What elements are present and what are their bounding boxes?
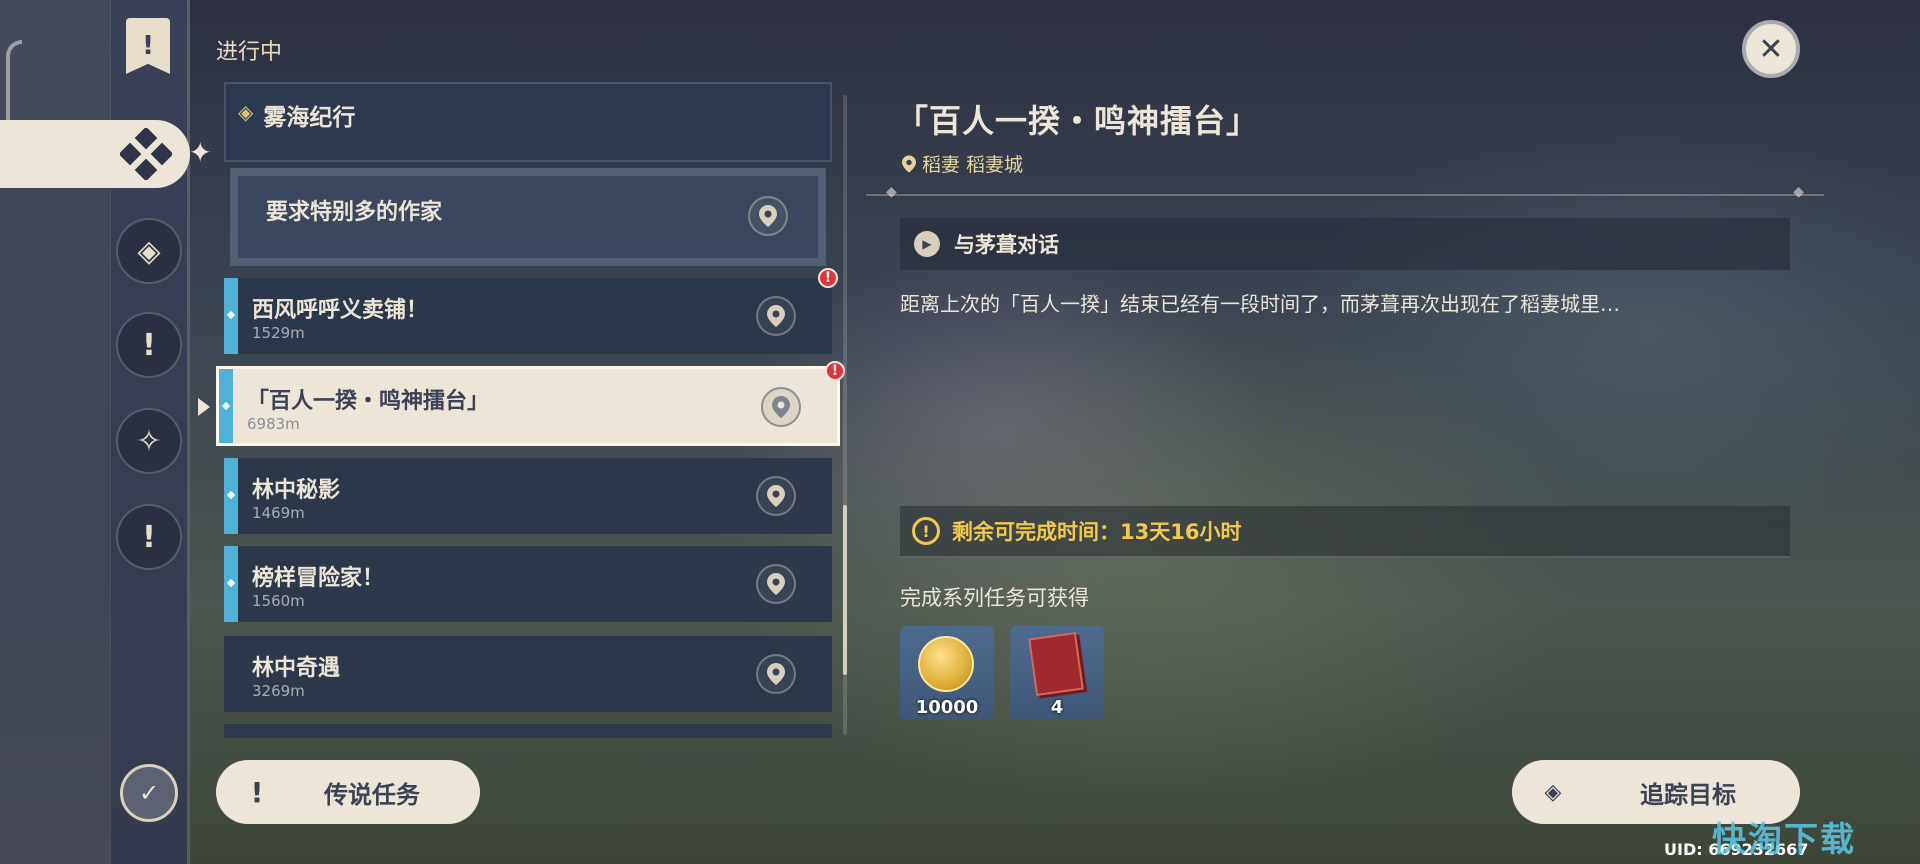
ornament-divider (866, 184, 1824, 200)
new-alert-badge: ! (818, 268, 838, 288)
checklist-icon: ✓ (138, 779, 160, 807)
mora-icon (918, 636, 974, 692)
location-pin-icon (767, 573, 785, 595)
quest-distance: 6983m (247, 415, 300, 433)
quest-title: 榜样冒险家！ (252, 566, 385, 591)
quest-timer: ! 剩余可完成时间：13天16小时 (900, 506, 1790, 558)
legend-quests-label: 传说任务 (324, 780, 420, 809)
quest-item-peek (224, 724, 832, 738)
reward-count: 10000 (915, 697, 979, 718)
group-title: 雾海纪行 (263, 105, 356, 131)
exp-book-icon (1028, 631, 1084, 697)
location-pin-icon (767, 663, 785, 685)
quest-group-header[interactable]: ◈ 雾海纪行 (224, 82, 832, 162)
close-button[interactable]: ✕ (1742, 20, 1800, 78)
quest-type-bar (224, 458, 238, 534)
location-pin-icon (902, 154, 916, 173)
track-diamond-icon: ◈ (1544, 779, 1562, 805)
quest-title: 林中奇遇 (252, 656, 341, 681)
pin-circle (748, 196, 788, 236)
quest-navigate-button[interactable] (756, 296, 796, 336)
location-pin-icon (767, 305, 785, 327)
reward-item-exp-book[interactable]: 4 (1010, 626, 1104, 720)
sub-quest-item[interactable]: 要求特别多的作家 (230, 168, 826, 266)
pin-circle (756, 564, 796, 604)
objective-arrow-icon: ▶ (914, 231, 940, 257)
tab-commission-quests[interactable]: ✧ (116, 408, 182, 474)
timer-text: 剩余可完成时间：13天16小时 (952, 520, 1242, 544)
quest-item[interactable]: 榜样冒险家！ 1560m (224, 546, 832, 622)
scrollbar-thumb[interactable] (843, 505, 847, 675)
quest-objective: ▶ 与茅葺对话 (900, 218, 1790, 270)
quest-item[interactable]: 林中奇遇 3269m (224, 636, 832, 712)
quest-location-text: 稻妻 稻妻城 (922, 154, 1024, 176)
reward-art (1024, 631, 1088, 697)
quest-item[interactable]: 西风呼呼义卖铺！ 1529m ! (224, 268, 838, 354)
event-quest-icon: ! (142, 519, 156, 555)
location-pin-icon (767, 485, 785, 507)
selection-arrow-icon (198, 398, 210, 416)
legend-quests-button[interactable]: ! 传说任务 (216, 760, 480, 824)
story-quest-icon: ! (142, 327, 156, 363)
quest-type-bar (224, 546, 238, 622)
close-icon: ✕ (1758, 31, 1784, 67)
quest-distance: 1529m (252, 324, 305, 342)
quest-settings-button[interactable]: ✓ (120, 764, 178, 822)
tab-event-quests[interactable]: ! (116, 504, 182, 570)
commission-quest-icon: ✧ (136, 423, 162, 459)
reward-count: 4 (1050, 697, 1064, 718)
tab-story-quests[interactable]: ! (116, 312, 182, 378)
quest-list-scrollbar[interactable] (843, 95, 847, 735)
pin-circle (756, 476, 796, 516)
pin-circle (756, 654, 796, 694)
quest-navigate-button[interactable] (756, 654, 796, 694)
reward-item-mora[interactable]: 10000 (900, 626, 994, 720)
quest-item[interactable]: 林中秘影 1469m (224, 458, 832, 534)
quest-title: 林中秘影 (252, 478, 341, 503)
track-target-label: 追踪目标 (1640, 780, 1736, 809)
world-quest-icon (120, 128, 172, 180)
section-title: 进行中 (216, 40, 283, 65)
quest-location: 稻妻 稻妻城 (902, 150, 1023, 177)
quest-detail-title: 「百人一揆・鸣神擂台」 (896, 102, 1260, 140)
pin-circle (756, 296, 796, 336)
tab-archon-quests[interactable]: ◈ (116, 218, 182, 284)
diamond-icon: ◈ (238, 100, 254, 124)
sub-quest-navigate-button[interactable] (748, 196, 788, 236)
reward-art (914, 634, 978, 694)
quest-distance: 3269m (252, 682, 305, 700)
watermark-logo: 快淘下载 (1712, 820, 1856, 860)
tab-world-quests[interactable]: ✦ (0, 120, 212, 188)
location-pin-icon (759, 205, 777, 227)
quest-navigate-button[interactable] (756, 564, 796, 604)
pin-circle (761, 387, 801, 427)
quest-description: 距离上次的「百人一揆」结束已经有一段时间了，而茅葺再次出现在了稻妻城里… (900, 292, 1620, 316)
clock-icon: ! (912, 517, 940, 545)
rewards-title: 完成系列任务可获得 (900, 586, 1089, 610)
quest-type-bar (224, 278, 238, 354)
quest-item-selected[interactable]: 「百人一揆・鸣神擂台」 6983m ! (216, 361, 845, 446)
quest-title: 「百人一揆・鸣神擂台」 (247, 389, 490, 414)
sparkle-icon: ✦ (188, 136, 212, 169)
quest-navigate-button[interactable] (756, 476, 796, 516)
quest-distance: 1560m (252, 592, 305, 610)
archon-quest-icon: ◈ (137, 233, 161, 269)
quest-distance: 1469m (252, 504, 305, 522)
location-pin-icon (772, 396, 790, 418)
sub-quest-title: 要求特别多的作家 (266, 200, 443, 225)
new-alert-badge: ! (825, 361, 845, 381)
quest-type-bar (219, 369, 233, 443)
quest-navigate-button[interactable] (761, 387, 801, 427)
quest-title: 西风呼呼义卖铺！ (252, 298, 429, 323)
legend-quest-icon: ! (250, 775, 264, 809)
objective-text: 与茅葺对话 (954, 233, 1059, 257)
